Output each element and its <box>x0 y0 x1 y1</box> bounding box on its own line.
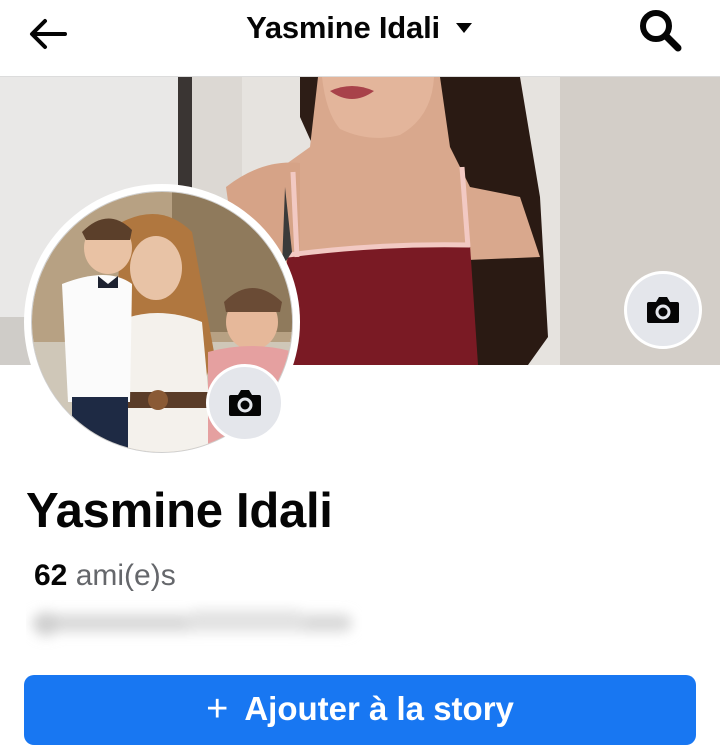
edit-cover-button[interactable] <box>624 271 702 349</box>
add-to-story-button[interactable]: + Ajouter à la story <box>24 675 696 745</box>
camera-icon <box>647 297 679 323</box>
search-button[interactable] <box>632 4 688 56</box>
caret-down-icon <box>455 23 472 33</box>
redacted-friend-avatars <box>32 610 352 636</box>
plus-icon: + <box>206 688 229 730</box>
profile-switcher[interactable]: Yasmine Idali <box>0 8 720 48</box>
header-title: Yasmine Idali <box>246 10 440 45</box>
search-icon <box>640 10 682 52</box>
top-bar: Yasmine Idali <box>0 0 720 77</box>
add-to-story-label: Ajouter à la story <box>244 690 514 727</box>
friends-label: ami(e)s <box>75 559 176 592</box>
profile-name: Yasmine Idali <box>26 484 333 538</box>
camera-icon <box>229 390 261 416</box>
friends-count-link[interactable]: 62 ami(e)s <box>34 556 176 596</box>
friends-count: 62 <box>34 559 68 592</box>
edit-avatar-button[interactable] <box>206 364 284 442</box>
